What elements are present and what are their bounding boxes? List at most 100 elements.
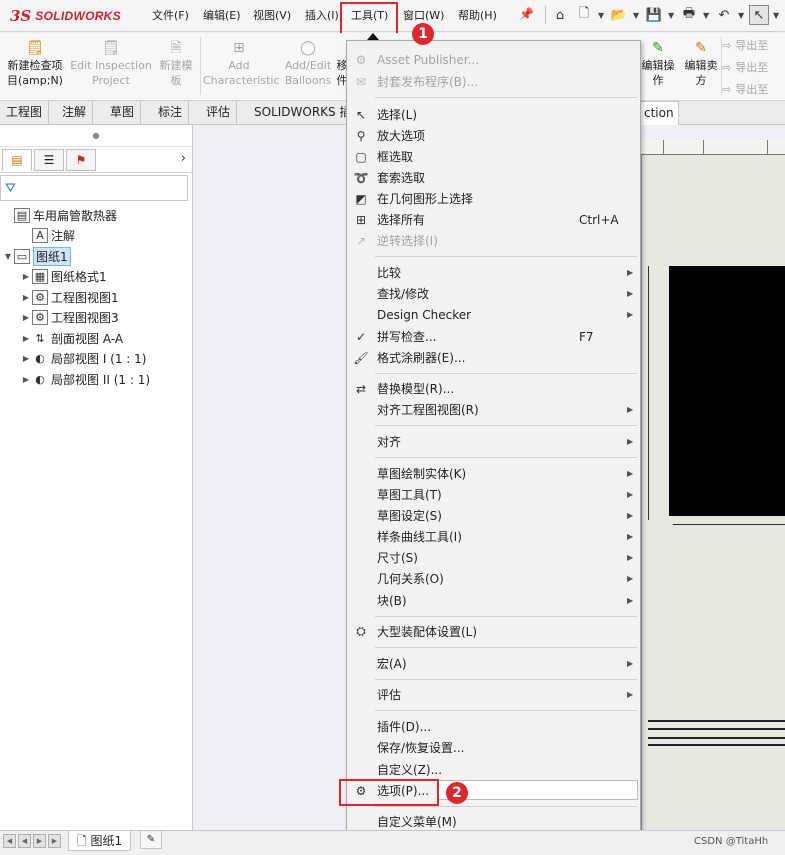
new-template-button[interactable]: 🗎 新建模 板 xyxy=(154,41,198,88)
menu-item[interactable]: 自定义(Z)... xyxy=(347,759,640,780)
print-icon[interactable]: 🖶 xyxy=(679,5,699,25)
home-icon[interactable]: ⌂ xyxy=(550,5,570,25)
menu-item[interactable]: ⚲ 放大选项 xyxy=(347,125,640,146)
tab-markup[interactable]: 标注 xyxy=(152,101,190,125)
options-highlight-box xyxy=(339,779,439,806)
chevron-right-icon[interactable]: ▶ xyxy=(20,354,32,363)
menu-item-label: 草图工具(T) xyxy=(377,488,442,502)
last-sheet-icon[interactable]: ▶ xyxy=(48,834,61,848)
pin-icon[interactable]: 📌 xyxy=(519,7,534,21)
tree-item[interactable]: ▶ ⚙ 工程图视图3 xyxy=(0,308,192,329)
menu-item[interactable]: 样条曲线工具(I) ▶ xyxy=(347,526,640,547)
menu-edit[interactable]: 编辑(E) xyxy=(203,7,241,23)
chevron-right-icon[interactable]: ▶ xyxy=(20,375,32,384)
chevron-right-icon[interactable]: ▶ xyxy=(20,313,32,322)
menu-item[interactable]: 比较 ▶ xyxy=(347,262,640,283)
tree-item[interactable]: ▶ ⚙ 工程图视图1 xyxy=(0,287,192,308)
edit-inspection-project-button[interactable]: 🗒 Edit Inspection Project xyxy=(70,41,152,88)
menu-item[interactable]: 尺寸(S) ▶ xyxy=(347,547,640,568)
chevron-right-icon[interactable]: › xyxy=(181,151,186,166)
chevron-down-icon[interactable]: ▼ xyxy=(668,11,675,20)
menu-item[interactable]: 对齐工程图视图(R) ▶ xyxy=(347,399,640,420)
property-manager-tab-icon[interactable]: ☰ xyxy=(34,148,64,171)
chevron-down-icon[interactable]: ▼ xyxy=(738,11,745,20)
add-characteristic-button[interactable]: ⊞ Add Characteristic xyxy=(203,41,280,88)
menu-item[interactable]: 自定义菜单(M) xyxy=(347,811,640,832)
menu-item[interactable]: ▢ 框选取 xyxy=(347,146,640,167)
menu-separator xyxy=(375,679,637,680)
menu-item[interactable]: 对齐 ▶ xyxy=(347,431,640,452)
menu-item[interactable]: 块(B) ▶ xyxy=(347,590,640,611)
save-icon[interactable]: 💾 xyxy=(644,5,664,25)
feature-tree: ▤ 车用扁管散热器 A 注解 ▼ ▭ 图纸1 ▶ ▦ 图纸格式1 ▶ ⚙ 工程图视图1 ▶ ⚙ 工程图视图3 ▶… xyxy=(0,205,192,390)
menu-item[interactable]: 草图绘制实体(K) ▶ xyxy=(347,463,640,484)
menu-help[interactable]: 帮助(H) xyxy=(458,7,497,23)
add-edit-balloons-button[interactable]: ◯ Add/Edit Balloons xyxy=(281,41,335,88)
export-button[interactable]: ⇨ 导出至 xyxy=(722,81,768,97)
chevron-right-icon[interactable]: ▶ xyxy=(20,272,32,281)
tree-item[interactable]: ▶ ◐ 局部视图 I (1 : 1) xyxy=(0,349,192,370)
menu-item[interactable]: 宏(A) ▶ xyxy=(347,653,640,674)
menu-item[interactable]: 查找/修改 ▶ xyxy=(347,283,640,304)
menu-item[interactable]: 🖌 格式涂刷器(E)... xyxy=(347,347,640,368)
sheet-tab[interactable]: 🗋 图纸1 xyxy=(68,831,132,851)
chevron-right-icon[interactable]: ▶ xyxy=(20,293,32,302)
feature-manager-tab-icon[interactable]: ▤ xyxy=(2,148,32,171)
chevron-down-icon[interactable]: ▼ xyxy=(598,11,605,20)
menu-item[interactable]: ⇄ 替换模型(R)... xyxy=(347,378,640,399)
edit-vendor-button[interactable]: ✎ 编辑卖 方 xyxy=(681,41,721,88)
annotation-icon: A xyxy=(32,228,48,244)
panel-grip-handle[interactable]: ● xyxy=(0,125,192,147)
menu-item[interactable]: ⊞ 选择所有 Ctrl+A xyxy=(347,209,640,230)
export-button[interactable]: ⇨ 导出至 xyxy=(722,59,768,75)
new-inspection-project-button[interactable]: 🗒 新建检查项 目(amp;N) xyxy=(3,41,67,88)
prev-sheet-icon[interactable]: ◀ xyxy=(18,834,31,848)
menu-view[interactable]: 视图(V) xyxy=(253,7,291,23)
add-sheet-icon[interactable]: ✎ xyxy=(140,831,162,849)
tree-item[interactable]: ▶ ⇅ 剖面视图 A-A xyxy=(0,328,192,349)
menu-item[interactable]: Design Checker ▶ xyxy=(347,304,640,325)
menu-item[interactable]: 评估 ▶ xyxy=(347,684,640,705)
menu-item[interactable]: 保存/恢复设置... xyxy=(347,737,640,758)
new-document-icon[interactable]: 🗋 xyxy=(574,5,594,25)
tab-drawing[interactable]: 工程图 xyxy=(0,101,50,125)
first-sheet-icon[interactable]: ◀ xyxy=(3,834,16,848)
tab-inspection[interactable]: ction xyxy=(637,101,679,125)
menu-item[interactable]: ◩ 在几何图形上选择 xyxy=(347,188,640,209)
menu-window[interactable]: 窗口(W) xyxy=(403,7,444,23)
menu-item[interactable]: 草图设定(S) ▶ xyxy=(347,505,640,526)
tree-item[interactable]: ▶ ◐ 局部视图 II (1 : 1) xyxy=(0,369,192,390)
chevron-down-icon[interactable]: ▼ xyxy=(703,11,710,20)
chevron-down-icon[interactable]: ▼ xyxy=(633,11,640,20)
tab-annotation[interactable]: 注解 xyxy=(56,101,94,125)
next-sheet-icon[interactable]: ▶ xyxy=(33,834,46,848)
tree-item[interactable]: ▼ ▭ 图纸1 xyxy=(0,246,192,267)
edit-operation-button[interactable]: ✎ 编辑操 作 xyxy=(638,41,678,88)
menu-item[interactable]: 插件(D)... xyxy=(347,716,640,737)
export-button[interactable]: ⇨ 导出至 xyxy=(722,37,768,53)
menu-insert[interactable]: 插入(I) xyxy=(305,7,339,23)
tree-item[interactable]: ▤ 车用扁管散热器 xyxy=(0,205,192,226)
undo-icon[interactable]: ↶ xyxy=(714,5,734,25)
menu-item[interactable]: ⛭ 大型装配体设置(L) xyxy=(347,621,640,642)
chevron-down-icon[interactable]: ▼ xyxy=(2,252,14,261)
tree-item[interactable]: ▶ ▦ 图纸格式1 xyxy=(0,267,192,288)
menu-item-label: 在几何图形上选择 xyxy=(377,192,474,206)
menu-item[interactable]: ✓ 拼写检查... F7 xyxy=(347,326,640,347)
menu-item[interactable]: 草图工具(T) ▶ xyxy=(347,484,640,505)
select-cursor-icon[interactable]: ↖ xyxy=(749,5,769,25)
menu-item-label: 放大选项 xyxy=(377,129,426,143)
chevron-down-icon[interactable]: ▼ xyxy=(773,11,780,20)
menu-item[interactable]: 几何关系(O) ▶ xyxy=(347,568,640,589)
chevron-right-icon[interactable]: ▶ xyxy=(20,334,32,343)
open-folder-icon[interactable]: 📂 xyxy=(609,5,629,25)
menu-item[interactable]: ➰ 套索选取 xyxy=(347,167,640,188)
tab-sketch[interactable]: 草图 xyxy=(104,101,142,125)
menu-file[interactable]: 文件(F) xyxy=(152,7,189,23)
filter-box[interactable]: ⛛ xyxy=(0,175,188,201)
menu-item[interactable]: ↖ 选择(L) xyxy=(347,104,640,125)
configuration-manager-tab-icon[interactable]: ⚑ xyxy=(66,148,96,171)
tree-item[interactable]: A 注解 xyxy=(0,226,192,247)
tab-evaluate[interactable]: 评估 xyxy=(200,101,238,125)
tab-solidworks-addins[interactable]: SOLIDWORKS 插 xyxy=(248,101,359,125)
